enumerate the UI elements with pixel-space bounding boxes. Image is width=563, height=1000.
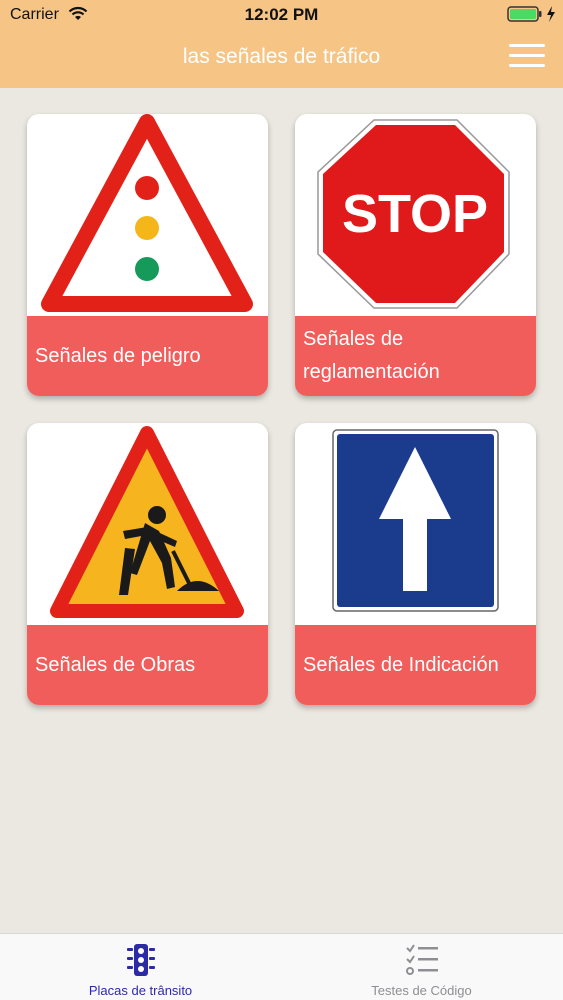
status-time: 12:02 PM — [244, 5, 319, 24]
menu-button[interactable] — [509, 44, 545, 70]
app-header: Carrier 12:02 PM las señales de tráfico — [0, 0, 563, 88]
road-works-sign-icon — [27, 423, 268, 625]
traffic-light-icon — [124, 942, 158, 983]
tab-bar: Placas de trânsito Testes de Código — [0, 933, 563, 1000]
stop-sign-text: STOP — [342, 184, 488, 244]
card-label: Señales de peligro — [35, 344, 201, 367]
category-card-reglamentacion[interactable]: STOP Señales de reglamentación — [295, 114, 536, 396]
hamburger-icon-bar — [509, 44, 545, 47]
card-label-area: Señales de Indicación — [295, 625, 536, 705]
tab-placas-de-transito[interactable]: Placas de trânsito — [0, 934, 281, 1000]
category-card-obras[interactable]: Señales de Obras — [27, 423, 268, 705]
charging-bolt-icon — [546, 6, 556, 27]
page-title: las señales de tráfico — [182, 45, 381, 68]
tab-label: Testes de Código — [371, 983, 472, 998]
hamburger-icon-bar — [509, 64, 545, 67]
traffic-light-warning-sign-icon — [27, 114, 268, 316]
tab-label: Placas de trânsito — [88, 983, 193, 998]
checklist-icon — [404, 942, 440, 981]
battery-icon — [507, 6, 543, 27]
category-card-peligro[interactable]: Señales de peligro — [27, 114, 268, 396]
card-label: Señales de Obras — [35, 653, 196, 676]
hamburger-icon-bar — [509, 54, 545, 57]
stop-sign-icon: STOP — [295, 114, 536, 316]
category-card-indicacion[interactable]: Señales de Indicación — [295, 423, 536, 705]
card-label: Señales de reglamentación — [303, 328, 440, 383]
card-label-area: Señales de Obras — [27, 625, 268, 705]
card-label-area: Señales de reglamentación — [295, 316, 536, 396]
one-way-arrow-sign-icon — [295, 423, 536, 625]
tab-testes-de-codigo[interactable]: Testes de Código — [281, 934, 562, 1000]
card-label-area: Señales de peligro — [27, 316, 268, 396]
card-label: Señales de Indicación — [303, 653, 499, 676]
status-bar: Carrier 12:02 PM — [0, 0, 563, 30]
